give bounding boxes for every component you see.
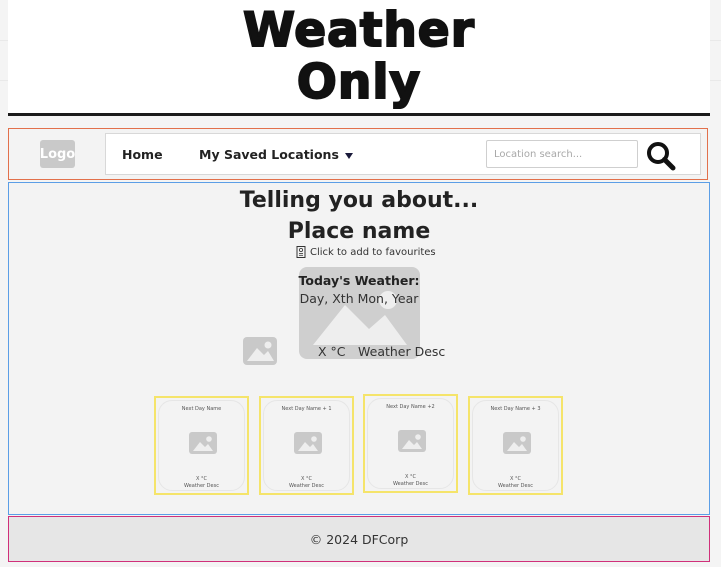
weather-date: Day, Xth Mon, Year [299,291,419,306]
add-favourite-label: Click to add to favourites [310,246,436,258]
add-favourite-button[interactable]: Click to add to favourites [296,246,436,258]
place-name: Place name [287,219,431,244]
nav-bar: Home My Saved Locations [105,133,701,175]
forecast-card: Next Day Name + 3 X °C Weather Desc [468,396,563,495]
saved-locations-dropdown[interactable]: My Saved Locations [199,147,353,162]
copyright-text: © 2024 DFCorp [309,531,409,547]
current-temperature: X °C [318,344,346,359]
site-header: Weather Only [8,0,710,116]
forecast-description: Weather Desc [289,483,324,489]
forecast-card: Next Day Name X °C Weather Desc [154,396,249,495]
caret-down-icon [344,152,353,159]
forecast-weather-icon [398,430,426,452]
weather-icon [243,337,277,365]
nav-home-link[interactable]: Home [122,147,163,162]
tagline: Telling you about... [239,188,479,213]
forecast-weather-icon [294,432,322,454]
todays-weather-label: Today's Weather: [298,273,420,288]
forecast-day-name: Next Day Name [181,406,222,412]
site-footer: © 2024 DFCorp [8,516,710,562]
forecast-temperature: X °C [195,476,207,482]
forecast-day-name: Next Day Name +2 [386,404,435,410]
bookmark-icon [296,246,306,258]
weather-main: Telling you about... Place name Click to… [8,182,710,515]
nav-section: Logo Home My Saved Locations [8,128,708,180]
forecast-temperature: X °C [404,474,416,480]
brand-title-line-1: Weather [242,2,475,58]
forecast-weather-icon [189,432,217,454]
location-search-input[interactable] [486,140,638,168]
current-weather-description: Weather Desc [358,344,446,359]
brand-title-line-2: Only [296,54,422,110]
saved-locations-label: My Saved Locations [199,147,339,162]
forecast-description: Weather Desc [184,483,219,489]
forecast-card: Next Day Name +2 X °C Weather Desc [363,394,458,493]
forecast-temperature: X °C [509,476,521,482]
logo[interactable]: Logo [40,140,75,168]
search-button[interactable] [644,140,678,172]
forecast-day-name: Next Day Name + 3 [490,406,541,412]
forecast-temperature: X °C [300,476,312,482]
forecast-day-name: Next Day Name + 1 [281,406,332,412]
forecast-description: Weather Desc [393,481,428,487]
forecast-weather-icon [503,432,531,454]
forecast-card: Next Day Name + 1 X °C Weather Desc [259,396,354,495]
forecast-description: Weather Desc [498,483,533,489]
search-icon [647,142,676,171]
